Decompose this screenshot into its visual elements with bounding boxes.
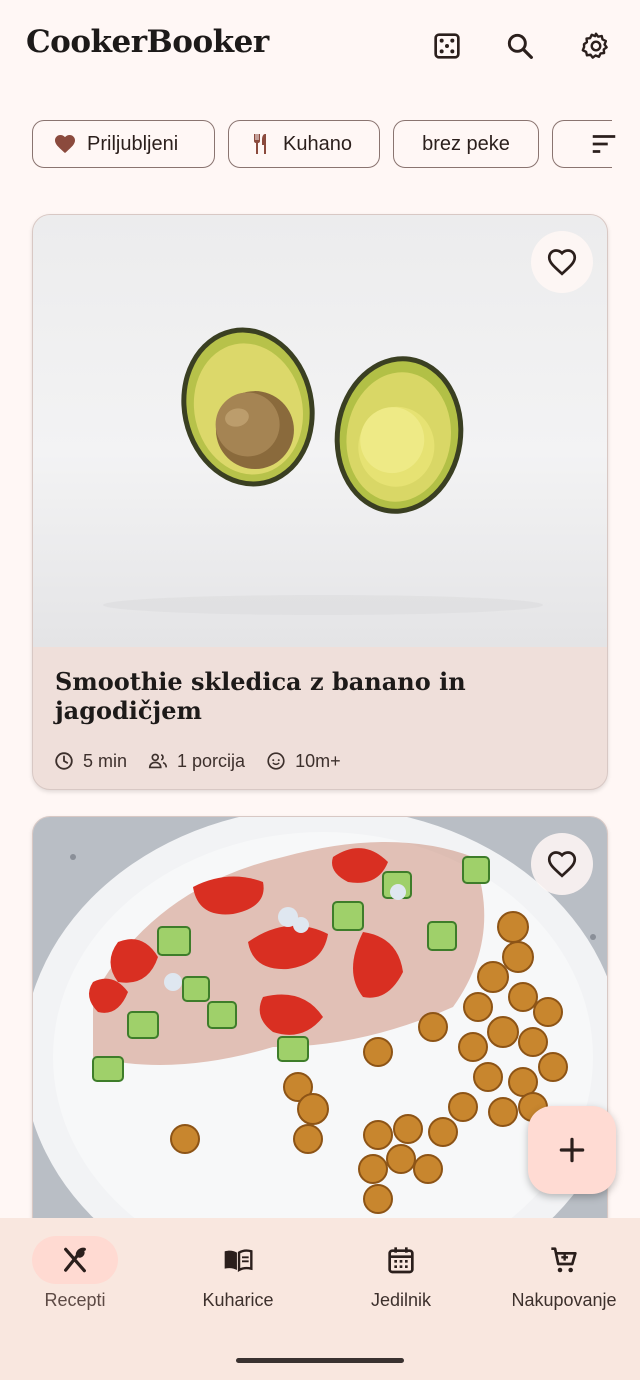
gear-icon xyxy=(581,32,608,59)
add-recipe-button[interactable] xyxy=(528,1106,616,1194)
clock-icon xyxy=(55,752,73,770)
salad-photo xyxy=(33,817,607,1235)
home-indicator[interactable] xyxy=(236,1358,404,1363)
chip-label: Priljubljeni xyxy=(87,132,179,155)
sort-icon xyxy=(592,135,616,153)
filter-chip-cooked[interactable]: Kuhano xyxy=(228,120,380,168)
favorite-button[interactable] xyxy=(531,833,593,895)
heart-outline-icon xyxy=(547,249,577,276)
servings-value: 1 porcija xyxy=(177,750,246,771)
baby-face-icon xyxy=(267,752,285,770)
heart-outline-icon xyxy=(547,851,577,878)
recipe-image xyxy=(33,817,607,1235)
nav-label: Jedilnik xyxy=(370,1290,432,1310)
filter-chip-favorites[interactable]: Priljubljeni xyxy=(32,120,215,168)
nav-item-meal-plan[interactable]: Jedilnik xyxy=(321,1236,481,1316)
cart-icon xyxy=(551,1247,577,1273)
chip-label: Kuhano xyxy=(283,132,352,155)
people-icon xyxy=(148,753,168,769)
recipe-image xyxy=(33,215,607,647)
calendar-icon xyxy=(388,1247,414,1274)
cook-time-value: 5 min xyxy=(83,750,128,771)
top-app-bar: CookerBooker xyxy=(0,0,640,92)
favorite-button[interactable] xyxy=(531,231,593,293)
book-icon xyxy=(224,1249,253,1273)
recipe-meta: 5 min 1 porcija 10m+ xyxy=(53,747,341,775)
recipe-card[interactable]: Smoothie skledica z banano in jagodičjem… xyxy=(32,214,608,790)
search-icon xyxy=(507,33,533,59)
servings: 1 porcija xyxy=(147,750,245,772)
recipe-card[interactable] xyxy=(32,816,608,1236)
bottom-navigation: Recepti Kuharice Jedilnik Nakupovanje xyxy=(0,1218,640,1380)
chip-label: brez peke xyxy=(422,132,510,155)
utensils-icon xyxy=(254,134,266,154)
nav-active-indicator xyxy=(32,1236,118,1284)
fork-spoon-icon xyxy=(64,1247,86,1273)
sort-button[interactable] xyxy=(582,122,626,166)
settings-button[interactable] xyxy=(576,26,616,66)
age-value: 10m+ xyxy=(295,750,341,771)
nav-label: Recepti xyxy=(44,1290,106,1310)
avocado-photo xyxy=(103,327,543,615)
nav-item-cookbooks[interactable]: Kuharice xyxy=(158,1236,318,1316)
cook-time: 5 min xyxy=(53,750,127,772)
nav-label: Nakupovanje xyxy=(511,1290,617,1310)
age-range: 10m+ xyxy=(265,750,341,772)
recipe-title: Smoothie skledica z banano in jagodičjem xyxy=(55,667,466,725)
nav-item-recipes[interactable]: Recepti xyxy=(0,1236,155,1316)
random-recipe-button[interactable] xyxy=(427,26,467,66)
filter-chip-row: Priljubljeni Kuhano brez peke xyxy=(0,118,640,172)
plus-icon xyxy=(559,1137,585,1163)
nav-item-shopping[interactable]: Nakupovanje xyxy=(484,1236,640,1316)
nav-label: Kuharice xyxy=(202,1290,274,1310)
search-button[interactable] xyxy=(500,26,540,66)
heart-icon xyxy=(55,135,75,153)
dice-icon xyxy=(434,33,460,59)
app-title: CookerBooker xyxy=(26,24,269,60)
filter-chip-no-bake[interactable]: brez peke xyxy=(393,120,539,168)
